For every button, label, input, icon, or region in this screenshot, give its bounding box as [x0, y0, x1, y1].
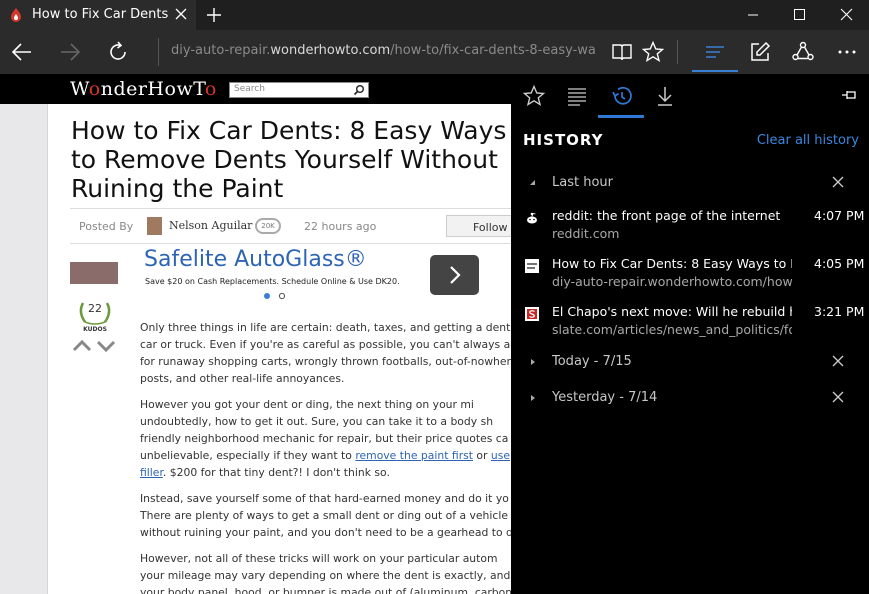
new-tab-plus-icon[interactable]	[203, 4, 225, 26]
delete-group-close-icon[interactable]	[831, 390, 845, 404]
downloads-icon[interactable]	[653, 84, 677, 108]
ad-thumbnail[interactable]	[70, 262, 118, 284]
ad-title[interactable]: Safelite AutoGlass®	[144, 247, 367, 272]
web-page-content: WonderHowTo Search How to Fix Car Dents:…	[0, 74, 511, 594]
address-url[interactable]: diy-auto-repair.wonderhowto.com/how-to/f…	[171, 43, 595, 58]
tab-close-icon[interactable]	[172, 5, 190, 23]
ad-next-arrow-icon[interactable]	[430, 255, 479, 295]
history-group-today[interactable]: Today - 7/15	[511, 350, 869, 376]
wonderhowto-favicon-icon	[11, 8, 21, 22]
remove-paint-link[interactable]: remove the paint first	[355, 449, 473, 462]
web-note-pen-icon[interactable]	[748, 40, 772, 64]
share-icon[interactable]	[791, 40, 815, 64]
forward-arrow-icon[interactable]	[58, 40, 82, 64]
history-entry[interactable]: reddit: the front page of the internet r…	[511, 208, 869, 252]
history-entry-title: El Chapo's next move: Will he rebuild hi…	[552, 304, 792, 319]
kudos-count: 22	[88, 302, 102, 315]
history-tab-indicator	[598, 115, 644, 118]
collapse-triangle-icon[interactable]	[529, 179, 537, 187]
wonderhowto-icon	[525, 259, 539, 273]
history-entry-time: 3:21 PM	[814, 304, 865, 319]
paragraph: Only three things in life are certain: d…	[140, 321, 511, 385]
left-sidebar	[0, 104, 48, 594]
post-time: 22 hours ago	[304, 220, 377, 233]
minimize-icon[interactable]	[730, 0, 776, 30]
window-close-icon[interactable]	[823, 0, 869, 30]
ad-carousel-dots[interactable]	[263, 292, 293, 300]
history-entry[interactable]: How to Fix Car Dents: 8 Easy Ways to Rem…	[511, 256, 869, 300]
history-entry-url: slate.com/articles/news_and_politics/for…	[552, 322, 792, 337]
title-bar: How to Fix Car Dents: 8	[0, 0, 869, 30]
kudos-vote-arrows-icon[interactable]	[72, 338, 118, 352]
more-icon[interactable]	[835, 40, 859, 64]
history-entry-time: 4:07 PM	[814, 208, 865, 223]
history-group-label: Last hour	[552, 175, 613, 190]
toolbar-divider	[677, 40, 678, 64]
author-name[interactable]: Nelson Aguilar	[169, 219, 252, 232]
posted-by-label: Posted By	[79, 220, 134, 233]
navigation-toolbar: diy-auto-repair.wonderhowto.com/how-to/f…	[0, 30, 869, 74]
tab-title: How to Fix Car Dents: 8	[32, 7, 168, 22]
delete-group-close-icon[interactable]	[831, 175, 845, 189]
history-entry-time: 4:05 PM	[814, 256, 865, 271]
history-group-last-hour[interactable]: Last hour	[511, 171, 869, 197]
expand-triangle-icon[interactable]	[529, 394, 537, 402]
kudos-widget: 22 KUDOS	[72, 300, 118, 362]
slate-icon	[525, 307, 539, 321]
author-avatar[interactable]	[147, 217, 162, 235]
author-points-badge: 20K	[255, 218, 281, 234]
paragraph: However, not all of these tricks will wo…	[140, 552, 511, 594]
use-filler-link[interactable]: use	[491, 449, 510, 462]
site-header: WonderHowTo Search	[0, 74, 511, 104]
site-search-input[interactable]: Search	[229, 82, 369, 98]
back-arrow-icon[interactable]	[10, 40, 34, 64]
address-bar[interactable]: diy-auto-repair.wonderhowto.com/how-to/f…	[158, 38, 598, 66]
history-heading: HISTORY	[523, 131, 604, 149]
search-icon[interactable]	[353, 84, 365, 96]
article-byline: Posted By Nelson Aguilar 20K 22 hours ag…	[70, 208, 511, 244]
favorites-star-icon[interactable]	[522, 84, 546, 108]
expand-triangle-icon[interactable]	[529, 358, 537, 366]
history-entry-title: reddit: the front page of the internet	[552, 208, 781, 223]
article-title: How to Fix Car Dents: 8 Easy Ways to Rem…	[71, 116, 507, 203]
history-entry-url: diy-auto-repair.wonderhowto.com/how-to	[552, 274, 792, 289]
reading-view-book-icon[interactable]	[610, 40, 634, 64]
hub-panel: HISTORY Clear all history Last hour redd…	[511, 74, 869, 594]
history-entry[interactable]: El Chapo's next move: Will he rebuild hi…	[511, 304, 869, 348]
history-entry-title: How to Fix Car Dents: 8 Easy Ways to Rem	[552, 256, 792, 271]
history-group-label: Today - 7/15	[552, 354, 632, 369]
refresh-icon[interactable]	[106, 40, 130, 64]
ad-subtitle[interactable]: Save $20 on Cash Replacements. Schedule …	[145, 277, 400, 286]
history-icon[interactable]	[610, 84, 634, 108]
maximize-icon[interactable]	[776, 0, 822, 30]
reading-list-icon[interactable]	[565, 84, 589, 108]
favorite-star-icon[interactable]	[641, 40, 665, 64]
filler-link[interactable]: filler	[140, 466, 163, 479]
site-logo[interactable]: WonderHowTo	[70, 78, 217, 100]
hub-icon[interactable]	[703, 40, 727, 64]
article-body: Only three things in life are certain: d…	[140, 319, 511, 594]
search-placeholder: Search	[234, 84, 265, 94]
browser-tab[interactable]: How to Fix Car Dents: 8	[0, 0, 196, 30]
delete-group-close-icon[interactable]	[831, 354, 845, 368]
history-group-yesterday[interactable]: Yesterday - 7/14	[511, 386, 869, 412]
hub-active-indicator	[692, 70, 738, 72]
reddit-icon	[527, 212, 537, 224]
kudos-label: KUDOS	[83, 326, 107, 333]
paragraph: However you got your dent or ding, the n…	[140, 398, 511, 479]
history-entry-url: reddit.com	[552, 226, 620, 241]
follow-button[interactable]: Follow	[446, 215, 511, 237]
paragraph: Instead, save yourself some of that hard…	[140, 492, 511, 539]
clear-all-history-link[interactable]: Clear all history	[757, 133, 859, 148]
history-group-label: Yesterday - 7/14	[552, 390, 658, 405]
pin-icon[interactable]	[841, 88, 859, 102]
